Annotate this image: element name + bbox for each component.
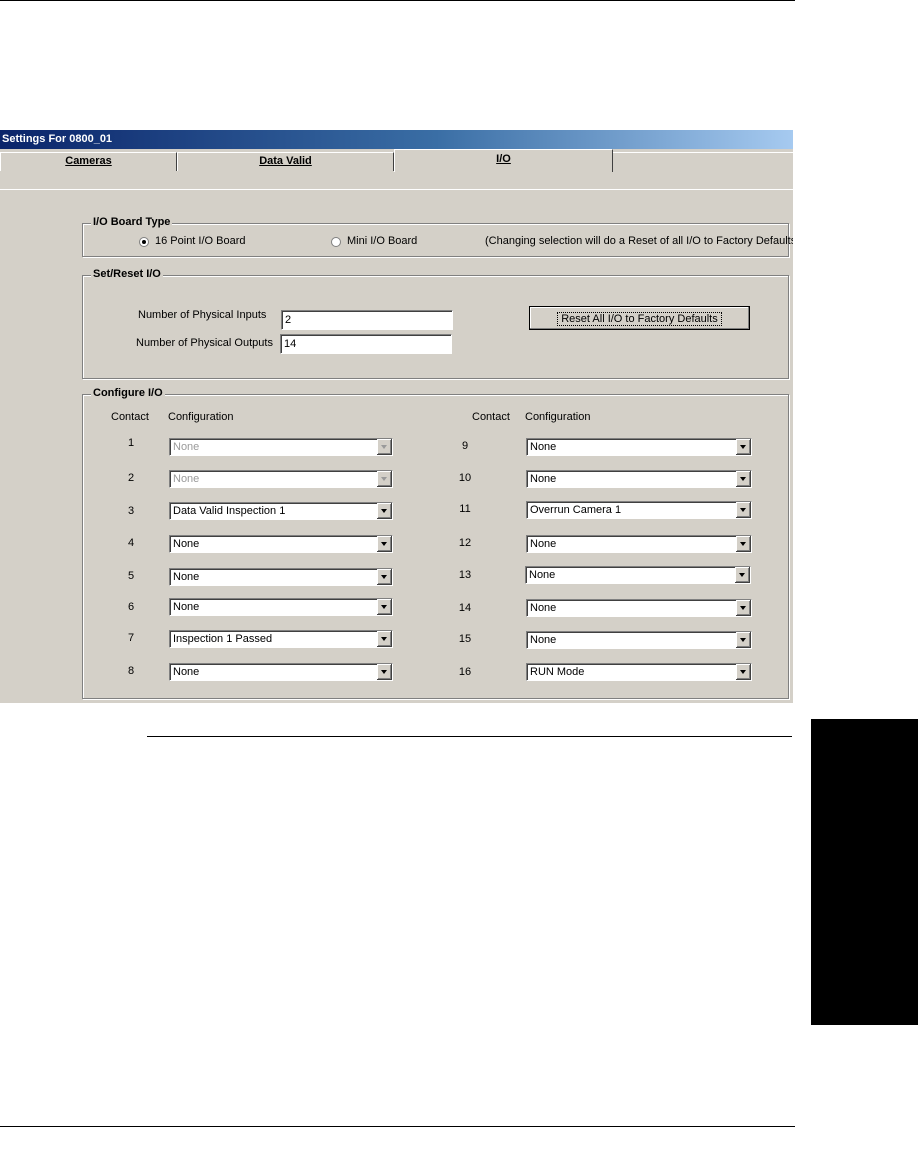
config-select-value: Overrun Camera 1 [530, 504, 622, 516]
chevron-down-icon [377, 471, 392, 487]
config-select-value: None [530, 538, 557, 550]
config-select-7[interactable]: Inspection 1 Passed [169, 630, 393, 648]
chevron-down-icon[interactable] [377, 599, 392, 615]
radio-16-point-label[interactable]: 16 Point I/O Board [155, 235, 246, 247]
config-select-value: None [530, 634, 557, 646]
contact-number: 11 [459, 503, 471, 515]
config-select-value: None [173, 571, 200, 583]
chevron-down-icon[interactable] [736, 536, 751, 552]
config-select-11[interactable]: Overrun Camera 1 [526, 501, 752, 519]
config-select-4[interactable]: None [169, 535, 393, 553]
config-select-value: None [173, 666, 200, 678]
chevron-down-icon[interactable] [736, 664, 751, 680]
config-select-value: None [173, 473, 200, 485]
right-contact-header: Contact [472, 411, 510, 423]
contact-number: 3 [127, 505, 135, 517]
window-title: Settings For 0800_01 [0, 130, 793, 149]
config-select-1: None [169, 438, 393, 456]
config-select-2: None [169, 470, 393, 488]
contact-number: 9 [461, 440, 469, 452]
tab-baseline [0, 189, 793, 190]
config-select-value: None [530, 602, 557, 614]
contact-number: 15 [458, 633, 472, 645]
board-type-note: (Changing selection will do a Reset of a… [485, 235, 793, 247]
chevron-down-icon[interactable] [377, 536, 392, 552]
section-rule [147, 736, 792, 737]
config-select-6[interactable]: None [169, 598, 393, 616]
chevron-down-icon[interactable] [377, 569, 392, 585]
config-select-value: None [173, 441, 200, 453]
chevron-down-icon[interactable] [377, 503, 392, 519]
contact-number: 10 [458, 472, 472, 484]
right-config-header: Configuration [525, 411, 591, 423]
chevron-down-icon[interactable] [735, 567, 750, 583]
tab-strip: Cameras Data Valid I/O [0, 149, 793, 190]
config-select-9[interactable]: None [526, 438, 752, 456]
radio-mini[interactable] [331, 237, 341, 247]
settings-dialog: Settings For 0800_01 Cameras Data Valid … [0, 130, 793, 703]
chevron-down-icon[interactable] [377, 631, 392, 647]
config-select-16[interactable]: RUN Mode [526, 663, 752, 681]
config-select-value: None [530, 473, 557, 485]
inputs-label: Number of Physical Inputs [138, 309, 267, 321]
radio-16-point[interactable] [139, 237, 149, 247]
contact-number: 5 [127, 570, 135, 582]
config-select-8[interactable]: None [169, 663, 393, 681]
config-select-15[interactable]: None [526, 631, 752, 649]
config-select-5[interactable]: None [169, 568, 393, 586]
radio-mini-label[interactable]: Mini I/O Board [347, 235, 417, 247]
chevron-down-icon[interactable] [736, 632, 751, 648]
tab-cameras[interactable]: Cameras [0, 152, 177, 171]
chevron-down-icon[interactable] [736, 600, 751, 616]
page-bottom-rule [0, 1126, 795, 1127]
outputs-field[interactable]: 14 [280, 334, 452, 354]
config-select-value: None [173, 601, 200, 613]
reset-defaults-button[interactable]: Reset All I/O to Factory Defaults [529, 306, 750, 330]
contact-number: 4 [127, 537, 135, 549]
contact-number: 14 [458, 602, 472, 614]
config-select-12[interactable]: None [526, 535, 752, 553]
configure-title: Configure I/O [91, 387, 165, 399]
configure-group: Configure I/O Contact Configuration Cont… [82, 387, 789, 699]
contact-number: 12 [458, 537, 472, 549]
chevron-down-icon [377, 439, 392, 455]
chevron-down-icon[interactable] [736, 439, 751, 455]
config-select-value: None [530, 441, 557, 453]
config-select-value: RUN Mode [530, 666, 585, 678]
chevron-down-icon[interactable] [736, 502, 751, 518]
chevron-down-icon[interactable] [377, 664, 392, 680]
left-config-header: Configuration [168, 411, 234, 423]
board-type-group: I/O Board Type 16 Point I/O Board Mini I… [82, 216, 793, 257]
outputs-label: Number of Physical Outputs [136, 337, 273, 349]
page-top-rule [0, 0, 795, 1]
contact-number: 1 [127, 437, 135, 449]
contact-number: 8 [127, 665, 135, 677]
config-select-3[interactable]: Data Valid Inspection 1 [169, 502, 393, 520]
contact-number: 16 [458, 666, 472, 678]
board-type-title: I/O Board Type [91, 216, 173, 228]
contact-number: 2 [127, 472, 135, 484]
contact-number: 7 [127, 632, 135, 644]
tab-data-valid[interactable]: Data Valid [177, 152, 394, 171]
config-select-10[interactable]: None [526, 470, 752, 488]
tab-strip-filler [613, 152, 793, 171]
config-select-14[interactable]: None [526, 599, 752, 617]
config-select-value: None [529, 569, 556, 581]
config-select-13[interactable]: None [525, 566, 751, 584]
section-side-tab [811, 719, 918, 1025]
tab-io[interactable]: I/O [394, 149, 613, 172]
inputs-field[interactable]: 2 [281, 310, 453, 330]
reset-defaults-label: Reset All I/O to Factory Defaults [557, 312, 722, 326]
set-reset-group: Set/Reset I/O Number of Physical Inputs … [82, 268, 789, 379]
left-contact-header: Contact [111, 411, 149, 423]
config-select-value: None [173, 538, 200, 550]
config-select-value: Inspection 1 Passed [173, 633, 273, 645]
contact-number: 6 [127, 601, 135, 613]
set-reset-title: Set/Reset I/O [91, 268, 163, 280]
chevron-down-icon[interactable] [736, 471, 751, 487]
config-select-value: Data Valid Inspection 1 [173, 505, 286, 517]
contact-number: 13 [458, 569, 472, 581]
